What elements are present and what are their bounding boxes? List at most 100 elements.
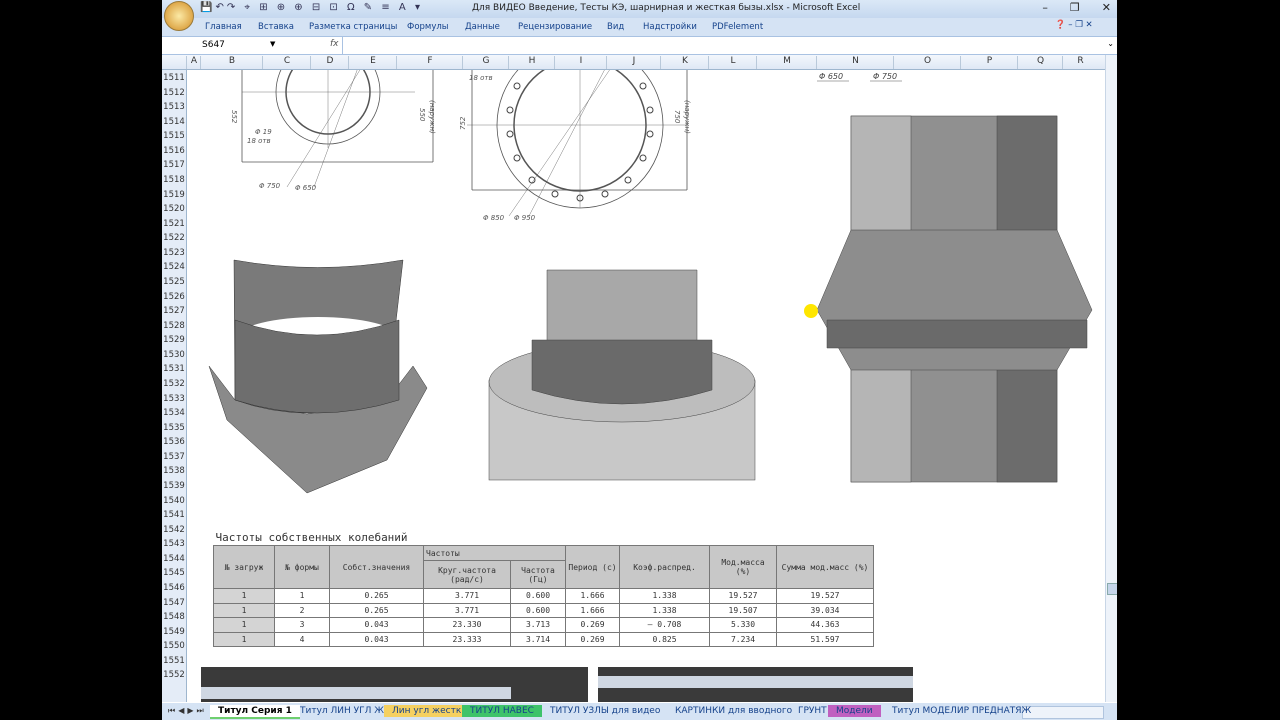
tab-formulas[interactable]: Формулы [407,22,449,32]
column-header-D[interactable]: D [310,56,349,69]
restore-button[interactable]: ❐ [1070,1,1080,14]
table-row: 1 4 0.043 23.333 3.714 0.269 0.825 7.234 51.597 [213,631,874,647]
sheet-tab[interactable]: КАРТИНКИ для вводного [667,705,800,717]
tab-insert[interactable]: Вставка [258,22,294,32]
tab-page-layout[interactable]: Разметка страницы [309,22,397,32]
row-header[interactable]: 1535 [162,423,186,433]
row-header[interactable]: 1523 [162,248,186,258]
row-header[interactable]: 1533 [162,394,186,404]
tab-addins[interactable]: Надстройки [643,22,697,32]
quick-access-toolbar[interactable]: 💾↶↷ ⌖ ⊞ ⊕ ⊕ ⊟ ⊡ Ω ✎ ≡ A ▾ [200,2,423,13]
column-header-R[interactable]: R [1062,56,1098,69]
row-header[interactable]: 1515 [162,131,186,141]
row-header[interactable]: 1512 [162,88,186,98]
row-header[interactable]: 1514 [162,117,186,127]
tab-pdfelement[interactable]: PDFelement [712,22,763,32]
column-header-F[interactable]: F [396,56,463,69]
cursor-highlight [804,304,818,318]
row-header[interactable]: 1529 [162,335,186,345]
sheet-tab[interactable]: ТИТУЛ УЗЛЫ для видео [542,705,668,717]
column-header-E[interactable]: E [348,56,397,69]
row-header[interactable]: 1537 [162,452,186,462]
column-header-I[interactable]: I [554,56,607,69]
tab-data[interactable]: Данные [465,22,500,32]
tab-view[interactable]: Вид [607,22,624,32]
row-header[interactable]: 1547 [162,598,186,608]
row-header[interactable]: 1552 [162,670,186,680]
office-button[interactable] [164,1,194,31]
tab-home[interactable]: Главная [205,22,242,32]
row-header[interactable]: 1530 [162,350,186,360]
column-header-B[interactable]: B [200,56,263,69]
row-header[interactable]: 1516 [162,146,186,156]
column-header-O[interactable]: O [893,56,961,69]
dim-text: 18 отв [469,74,493,82]
row-header[interactable]: 1542 [162,525,186,535]
sheet-tab[interactable]: Титул Серия 1 [210,705,300,719]
row-header[interactable]: 1517 [162,160,186,170]
row-header[interactable]: 1525 [162,277,186,287]
table-cell: 3.714 [510,631,566,647]
row-header[interactable]: 1511 [162,73,186,83]
chevron-down-icon[interactable]: ▼ [270,40,275,48]
column-header-L[interactable]: L [708,56,757,69]
sheet-grid[interactable]: 552 550 (наружн) Φ 19 18 отв Φ 750 Φ 650… [187,70,1105,702]
row-header[interactable]: 1521 [162,219,186,229]
row-header[interactable]: 1549 [162,627,186,637]
row-header[interactable]: 1520 [162,204,186,214]
table-cell: 3.771 [423,602,511,618]
row-header[interactable]: 1543 [162,539,186,549]
row-header[interactable]: 1513 [162,102,186,112]
column-header-N[interactable]: N [816,56,894,69]
dim-text: Φ 650 [819,72,843,81]
name-box[interactable]: S647 [202,40,225,50]
row-header[interactable]: 1539 [162,481,186,491]
table-row: 1 2 0.265 3.771 0.600 1.666 1.338 19.507 39.034 [213,602,874,618]
column-header-C[interactable]: C [262,56,311,69]
row-header[interactable]: 1538 [162,466,186,476]
minimize-button[interactable]: – [1042,1,1048,14]
row-header[interactable]: 1540 [162,496,186,506]
column-header-Q[interactable]: Q [1017,56,1063,69]
row-header[interactable]: 1526 [162,292,186,302]
table-cell: 3 [274,617,330,633]
sheet-tab[interactable]: Титул ЛИН УГЛ Ж [292,705,392,717]
row-header[interactable]: 1522 [162,233,186,243]
scrollbar-thumb[interactable] [1107,583,1117,595]
column-header-M[interactable]: M [756,56,817,69]
row-header[interactable]: 1528 [162,321,186,331]
row-header[interactable]: 1548 [162,612,186,622]
sheet-tab[interactable]: Титул МОДЕЛИР ПРЕДНАТЯЖ [884,705,1039,717]
tab-review[interactable]: Рецензирование [518,22,592,32]
row-header[interactable]: 1550 [162,641,186,651]
row-header[interactable]: 1545 [162,568,186,578]
expand-formula-icon[interactable]: ⌄ [1107,39,1114,48]
column-header-G[interactable]: G [462,56,509,69]
sheet-nav-arrows[interactable]: ⏮◀▶⏭ [168,706,207,716]
row-header[interactable]: 1551 [162,656,186,666]
sheet-tab[interactable]: ТИТУЛ НАВЕС [462,705,542,717]
row-header[interactable]: 1546 [162,583,186,593]
sheet-tab[interactable]: Модели [828,705,881,717]
row-header[interactable]: 1544 [162,554,186,564]
row-header[interactable]: 1534 [162,408,186,418]
row-header[interactable]: 1527 [162,306,186,316]
column-header-K[interactable]: K [660,56,709,69]
sheet-tab[interactable]: Лин угл жестк [384,705,470,717]
row-header[interactable]: 1541 [162,510,186,520]
vertical-scrollbar[interactable] [1105,55,1117,702]
row-header[interactable]: 1519 [162,190,186,200]
close-button[interactable]: ✕ [1102,1,1111,14]
column-header-J[interactable]: J [606,56,661,69]
fx-icon[interactable]: fx [330,39,339,49]
row-header[interactable]: 1532 [162,379,186,389]
row-header[interactable]: 1536 [162,437,186,447]
row-header[interactable]: 1524 [162,262,186,272]
column-header-A[interactable]: A [186,56,201,69]
row-header[interactable]: 1518 [162,175,186,185]
table-cell: 1 [213,617,275,633]
row-header[interactable]: 1531 [162,364,186,374]
help-icon[interactable]: ❓ – ❐ ✕ [1055,20,1093,30]
column-header-H[interactable]: H [508,56,555,69]
column-header-P[interactable]: P [960,56,1018,69]
